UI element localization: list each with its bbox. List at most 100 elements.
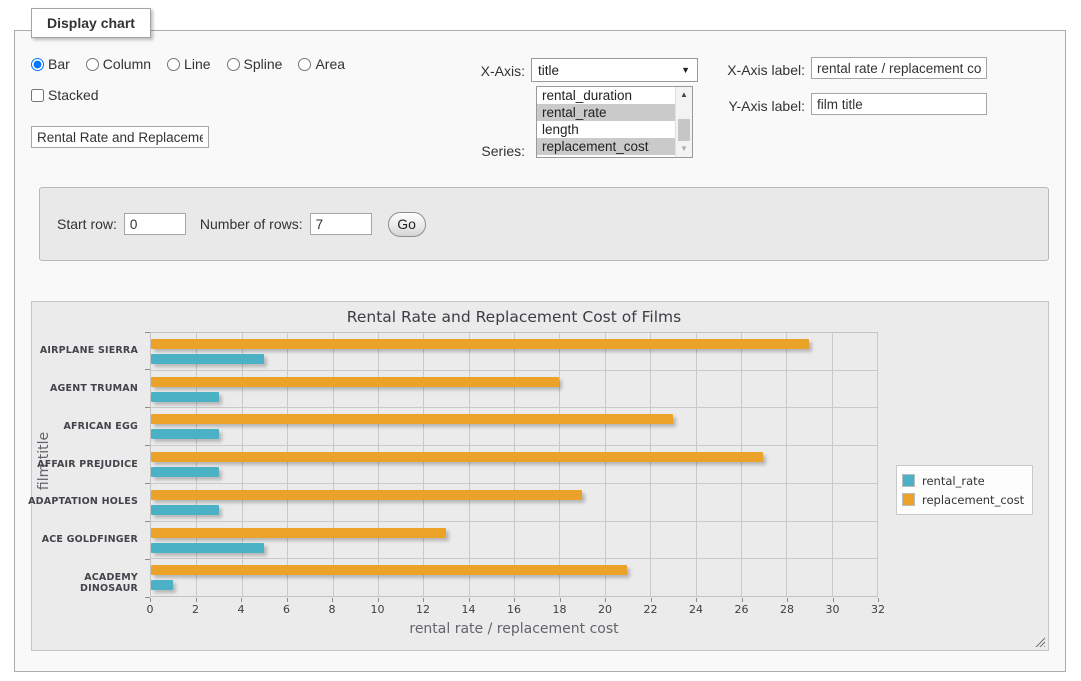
y-category-label-5: ACE GOLDFINGER	[26, 534, 138, 545]
stacked-label-wrap: Stacked	[31, 87, 99, 103]
fieldset-legend: Display chart	[31, 8, 151, 38]
x-tick-label-18: 18	[553, 603, 567, 616]
x-tickmark-22	[651, 598, 652, 602]
x-tickmark-6	[287, 598, 288, 602]
bar-rental_rate-0	[151, 354, 264, 364]
legend-label-rental_rate: rental_rate	[922, 474, 985, 488]
series-scrollbar[interactable]: ▲ ▼	[675, 87, 692, 157]
stacked-row: Stacked	[31, 87, 99, 103]
x-tickmark-28	[787, 598, 788, 602]
chart-type-option-spline: Spline	[227, 56, 283, 72]
x-tick-marks	[150, 598, 878, 602]
y-category-labels: AIRPLANE SIERRAAGENT TRUMANAFRICAN EGGAF…	[32, 332, 144, 597]
x-tick-label-28: 28	[780, 603, 794, 616]
y-category-label-2: AFRICAN EGG	[26, 421, 138, 432]
chart-legend: rental_rate replacement_cost	[896, 465, 1033, 515]
chart-type-radios: BarColumnLineSplineArea	[31, 56, 345, 72]
bar-replacement_cost-6	[151, 565, 627, 575]
x-tick-label-0: 0	[147, 603, 154, 616]
legend-swatch-rental_rate	[902, 474, 915, 487]
series-caption: Series:	[455, 143, 525, 159]
x-tickmark-30	[833, 598, 834, 602]
x-tick-label-22: 22	[644, 603, 658, 616]
y-axis-label-caption: Y-Axis label:	[715, 98, 805, 114]
chart-container: Rental Rate and Replacement Cost of Film…	[31, 301, 1049, 651]
x-axis-title: rental rate / replacement cost	[150, 621, 878, 637]
x-tickmark-14	[469, 598, 470, 602]
num-rows-label: Number of rows:	[200, 216, 303, 232]
bar-rental_rate-1	[151, 392, 219, 402]
chart-type-radio-column[interactable]	[86, 58, 99, 71]
chart-title: Rental Rate and Replacement Cost of Film…	[150, 308, 878, 326]
legend-label-replacement_cost: replacement_cost	[922, 493, 1024, 507]
stacked-label: Stacked	[48, 87, 99, 103]
category-band-5	[151, 522, 877, 560]
series-option-rental_rate[interactable]: rental_rate	[537, 104, 675, 121]
bar-rental_rate-6	[151, 580, 173, 590]
bar-replacement_cost-3	[151, 452, 763, 462]
bar-replacement_cost-0	[151, 339, 809, 349]
x-tick-label-8: 8	[329, 603, 336, 616]
y-category-label-0: AIRPLANE SIERRA	[26, 345, 138, 356]
resize-handle-icon[interactable]	[1034, 636, 1045, 647]
x-tickmark-12	[423, 598, 424, 602]
y-category-label-6: ACADEMY DINOSAUR	[26, 572, 138, 594]
x-tick-label-26: 26	[735, 603, 749, 616]
chart-type-label-spline: Spline	[244, 56, 283, 72]
x-tickmark-16	[514, 598, 515, 602]
x-tick-label-2: 2	[192, 603, 199, 616]
chart-type-radio-area[interactable]	[298, 58, 311, 71]
x-tick-label-14: 14	[462, 603, 476, 616]
chart-type-radio-spline[interactable]	[227, 58, 240, 71]
plot-area	[150, 332, 878, 597]
x-tickmark-18	[560, 598, 561, 602]
chart-type-radio-bar[interactable]	[31, 58, 44, 71]
y-axis-label-input[interactable]	[811, 93, 987, 115]
x-tick-label-30: 30	[826, 603, 840, 616]
x-tickmark-4	[241, 598, 242, 602]
bar-replacement_cost-1	[151, 377, 559, 387]
stacked-checkbox[interactable]	[31, 89, 44, 102]
series-options: rental_durationrental_ratelengthreplacem…	[537, 87, 675, 157]
x-tick-label-20: 20	[598, 603, 612, 616]
chart-title-input[interactable]	[31, 126, 209, 148]
x-tick-label-6: 6	[283, 603, 290, 616]
x-tick-label-10: 10	[371, 603, 385, 616]
x-tickmark-8	[332, 598, 333, 602]
chart-type-label-area: Area	[315, 56, 345, 72]
start-row-input[interactable]	[124, 213, 186, 235]
series-multiselect[interactable]: rental_durationrental_ratelengthreplacem…	[536, 86, 693, 158]
chart-type-radio-line[interactable]	[167, 58, 180, 71]
scrollbar-up-icon[interactable]: ▲	[676, 88, 692, 102]
x-axis-label-input[interactable]	[811, 57, 987, 79]
bar-rental_rate-2	[151, 429, 219, 439]
chart-type-label-bar: Bar	[48, 56, 70, 72]
bar-rental_rate-5	[151, 543, 264, 553]
series-option-replacement_cost[interactable]: replacement_cost	[537, 138, 675, 155]
legend-row-rental_rate: rental_rate	[902, 471, 1024, 490]
go-button[interactable]: Go	[388, 212, 426, 237]
x-tickmark-24	[696, 598, 697, 602]
category-band-6	[151, 559, 877, 596]
y-category-label-1: AGENT TRUMAN	[26, 383, 138, 394]
scrollbar-thumb[interactable]	[678, 119, 690, 141]
series-option-rental_duration[interactable]: rental_duration	[537, 87, 675, 104]
bar-rental_rate-4	[151, 505, 219, 515]
y-category-label-4: ADAPTATION HOLES	[26, 496, 138, 507]
chart-type-option-column: Column	[86, 56, 151, 72]
num-rows-input[interactable]	[310, 213, 372, 235]
x-tickmark-26	[742, 598, 743, 602]
x-axis-select[interactable]: title ▼	[531, 58, 698, 82]
x-tickmark-10	[378, 598, 379, 602]
x-tick-label-16: 16	[507, 603, 521, 616]
x-axis-caption: X-Axis:	[455, 63, 525, 79]
legend-row-replacement_cost: replacement_cost	[902, 490, 1024, 509]
series-option-length[interactable]: length	[537, 121, 675, 138]
x-tick-label-32: 32	[871, 603, 885, 616]
row-controls-panel: Start row: Number of rows: Go	[39, 187, 1049, 261]
scrollbar-down-icon[interactable]: ▼	[676, 142, 692, 156]
display-chart-fieldset: Display chart BarColumnLineSplineArea St…	[14, 30, 1066, 672]
category-band-3	[151, 446, 877, 484]
bar-replacement_cost-5	[151, 528, 446, 538]
legend-swatch-replacement_cost	[902, 493, 915, 506]
